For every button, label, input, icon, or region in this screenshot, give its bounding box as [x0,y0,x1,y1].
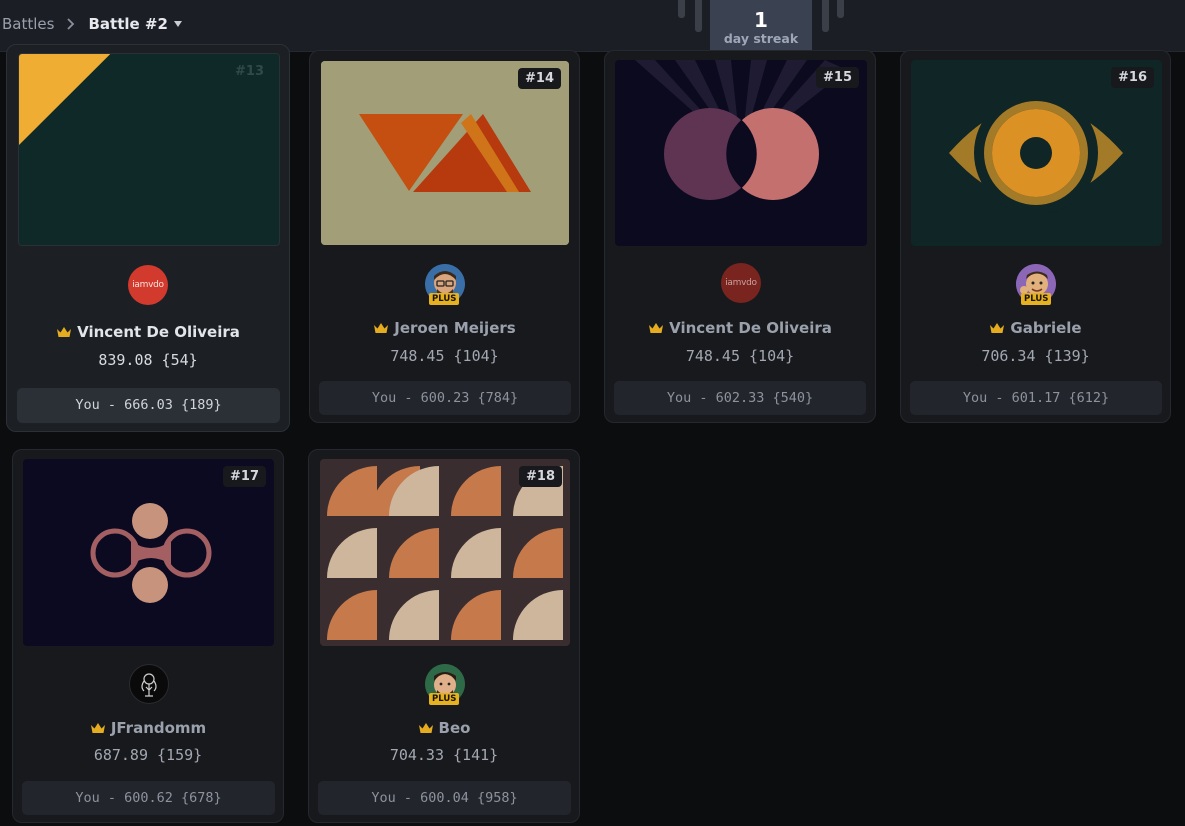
battle-selector-label: Battle #2 [88,15,168,33]
your-score: You - 600.23 {784} [319,381,571,415]
author-name-text: Beo [438,719,471,737]
avatar-text: iamvdo [725,278,757,288]
target-artwork [23,459,274,646]
rank-badge: #18 [519,466,562,487]
breadcrumb: Battles Battle #2 [2,13,182,35]
score: 704.33 {141} [389,746,499,764]
author-name-text: Vincent De Oliveira [669,319,832,337]
avatar[interactable]: iamvdo [128,265,168,305]
score: 839.08 {54} [98,351,198,369]
score: 748.45 {104} [390,347,499,365]
target-card[interactable]: #18 PLUS Beo 704.33 {141} You - 600.04 {… [308,449,580,823]
score: 687.89 {159} [93,746,203,764]
chevron-right-icon [67,18,75,30]
author-name-text: Vincent De Oliveira [77,323,240,341]
rank-badge: #16 [1111,67,1154,88]
rank-badge: #15 [816,67,859,88]
author-name[interactable]: JFrandomm [13,719,283,737]
avatar[interactable] [129,664,169,704]
score: 706.34 {139} [981,347,1090,365]
target-card[interactable]: #15 iamvdo Vincent De Oliveira 748.45 {1… [604,50,876,423]
target-artwork [19,54,279,245]
crown-icon [90,723,105,733]
rank-badge: #13 [235,64,264,79]
tree-logo-icon [141,673,157,697]
author-name-text: JFrandomm [110,719,207,737]
battle-selector[interactable]: Battle #2 [88,15,182,33]
author-name[interactable]: Beo [309,719,579,737]
author-name[interactable]: Vincent De Oliveira [605,319,875,337]
author-name-text: Gabriele [1010,319,1082,337]
target-artwork [320,459,570,646]
crown-icon [57,327,72,337]
streak-count: 1 [754,8,768,32]
target-card[interactable]: #16 PLUS Gabriele 706.34 {139} You - 601… [900,50,1171,423]
breadcrumb-battles-link[interactable]: Battles [2,15,54,33]
author-name[interactable]: Jeroen Meijers [310,319,579,337]
crown-icon [418,723,433,733]
author-name[interactable]: Vincent De Oliveira [7,323,289,341]
target-image[interactable]: #16 [911,60,1162,246]
plus-badge: PLUS [1021,293,1052,305]
your-score: You - 600.04 {958} [318,781,571,815]
target-card[interactable]: #17 JFrandomm 687.89 {159} You - 600.62 … [12,449,284,823]
plus-badge: PLUS [429,693,460,705]
your-score: You - 601.17 {612} [910,381,1162,415]
crown-icon [649,323,664,333]
streak-pillar [695,0,702,32]
plus-badge: PLUS [429,293,460,305]
avatar-text: iamvdo [132,280,164,290]
streak-pillar [837,0,844,18]
target-image[interactable]: #17 [23,459,274,646]
target-card[interactable]: #14 PLUS Jeroen Meijers 748.45 {104} You… [309,50,580,423]
target-image[interactable]: #13 [18,53,280,246]
score: 748.45 {104} [685,347,795,365]
rank-badge: #17 [223,466,266,487]
your-score: You - 666.03 {189} [17,388,280,423]
streak-pillar [678,0,685,18]
target-image[interactable]: #18 [320,459,570,646]
streak-pillar [822,0,829,32]
rank-badge: #14 [518,68,561,89]
streak-label: day streak [723,31,799,46]
caret-down-icon [173,21,182,27]
avatar[interactable]: iamvdo [721,263,761,303]
your-score: You - 602.33 {540} [614,381,866,415]
target-image[interactable]: #15 [615,60,867,246]
target-image[interactable]: #14 [321,61,569,245]
crown-icon [374,323,389,333]
target-card[interactable]: #13 iamvdo Vincent De Oliveira 839.08 {5… [6,44,290,432]
your-score: You - 600.62 {678} [22,781,275,815]
author-name[interactable]: Gabriele [901,319,1170,337]
crown-icon [990,323,1005,333]
author-name-text: Jeroen Meijers [394,319,516,337]
